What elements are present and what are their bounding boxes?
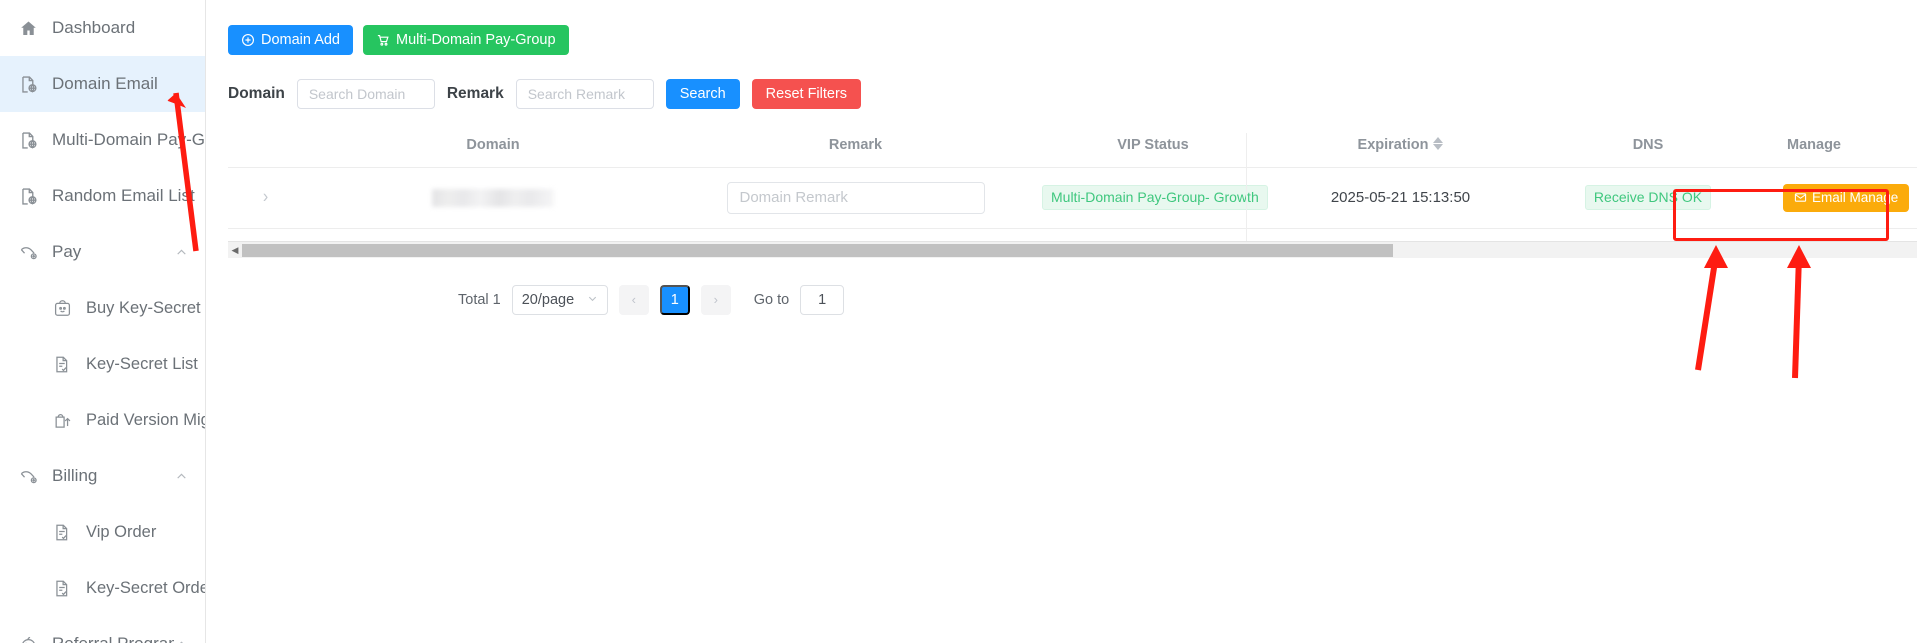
list-icon [52,354,72,374]
sidebar-item-label: Key-Secret List [86,354,198,373]
pagination-next-button[interactable]: › [700,284,731,315]
sidebar-group-pay[interactable]: Pay [0,224,205,280]
reset-filters-button[interactable]: Reset Filters [751,79,862,109]
scroll-left-arrow-icon[interactable]: ◀ [228,245,242,255]
list-icon [52,578,72,598]
buy-icon [52,298,72,318]
pagination-page-1[interactable]: 1 [659,284,690,315]
pay-icon [18,466,38,486]
referral-icon [18,634,38,643]
main-content: Domain Add Multi-Domain Pay-Group Domain… [206,0,1917,643]
sidebar-item-key-secret-list[interactable]: Key-Secret List [0,336,205,392]
goto-page-input[interactable] [800,284,845,315]
domain-remark-input[interactable] [726,181,985,214]
total-count-label: Total 1 [458,291,501,308]
sidebar-item-label: Multi-Domain Pay-Group [52,130,205,149]
table-row: › Multi-Domain Pay-Group- Growth [228,167,1917,229]
sidebar-item-random-email-list[interactable]: Random Email List [0,168,205,224]
column-header-manage: Manage [1773,133,1917,168]
home-icon [18,18,38,38]
domain-email-icon [18,74,38,94]
sidebar-item-label: Dashboard [52,18,136,37]
domain-table: Domain Remark VIP Status Expiration DNS … [228,133,1917,258]
column-header-expiration-label: Expiration [1357,136,1429,153]
search-button[interactable]: Search [665,79,740,109]
search-domain-input[interactable] [296,79,435,109]
sidebar-item-label: Vip Order [86,522,157,541]
sidebar-item-label: Domain Email [52,74,158,93]
sidebar-item-paid-version-migration[interactable]: Paid Version Migration [0,392,205,448]
envelope-icon [1794,191,1807,204]
cart-icon [376,33,390,47]
pay-icon [18,242,38,262]
column-header-domain: Domain [303,133,683,168]
page-size-select[interactable]: 20/page [511,284,608,315]
row-domain-cell [303,167,683,229]
sidebar-item-multi-domain-pay-group[interactable]: Multi-Domain Pay-Group [0,112,205,168]
table-horizontal-scrollbar[interactable]: ◀ ▶ [228,241,1917,258]
domain-value-redacted [432,188,554,207]
sidebar-item-label: Referral Program [52,634,174,643]
sort-icon[interactable] [1433,137,1444,151]
domain-add-label: Domain Add [261,31,340,48]
dns-status-badge: Receive DNS OK [1584,184,1712,211]
list-icon [52,522,72,542]
sidebar-item-label: Key-Secret Order [86,578,205,597]
sidebar-item-label: Random Email List [52,186,195,205]
sidebar-item-label: Paid Version Migration [86,410,205,429]
scrollbar-track[interactable] [242,242,1917,258]
column-header-dns: DNS [1523,133,1773,168]
domain-email-icon [18,130,38,150]
vip-status-badge: Multi-Domain Pay-Group- Growth [1042,184,1268,211]
sidebar-item-dashboard[interactable]: Dashboard [0,0,205,56]
row-expiration-cell: 2025-05-21 15:13:50 [1278,167,1523,229]
sidebar-item-domain-email[interactable]: Domain Email [0,56,205,112]
page-size-value: 20/page [521,291,575,308]
sidebar-group-billing[interactable]: Billing [0,448,205,504]
domain-filter-label: Domain [228,85,285,102]
email-manage-button[interactable]: Email Manage [1783,183,1910,212]
sidebar-item-label: Billing [52,466,98,485]
chevron-up-icon[interactable] [173,468,189,484]
multi-domain-pay-group-label: Multi-Domain Pay-Group [396,31,556,48]
sidebar-item-key-secret-order[interactable]: Key-Secret Order [0,560,205,616]
row-vip-status-cell: Multi-Domain Pay-Group- Growth [1028,167,1278,229]
manage-column-divider [1246,133,1247,241]
sidebar-item-label: Buy Key-Secret [86,298,201,317]
migration-icon [52,410,72,430]
domain-email-icon [18,186,38,206]
filter-bar: Domain Remark Search Reset Filters [206,55,1917,109]
search-remark-input[interactable] [515,79,654,109]
row-dns-cell: Receive DNS OK [1523,167,1773,229]
remark-filter-label: Remark [446,85,504,102]
row-remark-cell [683,167,1028,229]
sidebar-item-vip-order[interactable]: Vip Order [0,504,205,560]
column-header-expiration[interactable]: Expiration [1278,133,1523,168]
sidebar-group-referral-program[interactable]: Referral Program [0,616,205,643]
column-header-expand [228,133,303,168]
chevron-up-icon[interactable] [173,244,189,260]
table-header-row: Domain Remark VIP Status Expiration DNS … [228,133,1917,168]
chevron-up-icon[interactable] [174,636,189,643]
email-manage-label: Email Manage [1812,189,1899,205]
pagination-prev-button[interactable]: ‹ [618,284,649,315]
column-header-vip-status: VIP Status [1028,133,1278,168]
pagination: Total 1 20/page ‹ 1 › Go to [458,284,1917,315]
domain-add-button[interactable]: Domain Add [228,25,353,55]
sidebar: Dashboard Domain Email Multi-Domain Pay-… [0,0,206,643]
multi-domain-pay-group-button[interactable]: Multi-Domain Pay-Group [363,25,569,55]
sidebar-item-label: Pay [52,242,82,261]
plus-circle-icon [241,33,255,47]
sidebar-item-buy-key-secret[interactable]: Buy Key-Secret [0,280,205,336]
scrollbar-thumb[interactable] [242,243,1393,257]
action-toolbar: Domain Add Multi-Domain Pay-Group [206,0,1917,55]
column-header-remark: Remark [683,133,1028,168]
expand-row-icon[interactable]: › [263,187,268,208]
row-expand-cell: › [228,167,303,229]
row-manage-cell: Email Manage Renewal [1773,167,1917,229]
chevron-down-icon [587,293,598,307]
goto-label: Go to [753,291,790,308]
app-root: Dashboard Domain Email Multi-Domain Pay-… [0,0,1917,643]
